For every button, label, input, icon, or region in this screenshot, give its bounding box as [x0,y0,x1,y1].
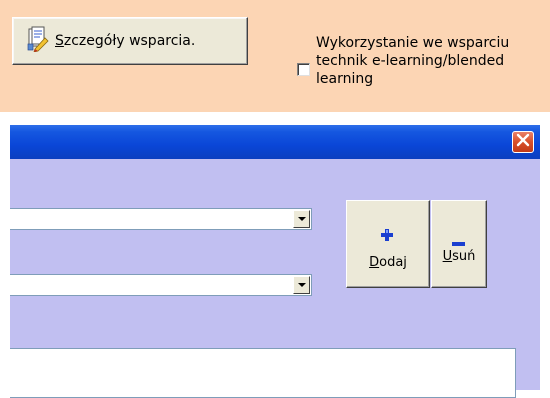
document-edit-icon [27,26,49,56]
chevron-down-icon [297,217,306,221]
notes-textarea[interactable] [10,348,516,398]
dropdown-2[interactable] [10,274,312,296]
remove-button[interactable]: Usuń [431,200,487,288]
remove-button-label: Usuń [442,249,476,264]
window-titlebar [10,125,540,159]
top-panel: Szczegóły wsparcia. Wykorzystanie we wsp… [0,0,550,112]
dropdown-2-arrow-button[interactable] [293,276,310,294]
elearning-checkbox[interactable] [297,63,310,76]
elearning-checkbox-label: Wykorzystanie we wsparciu technik e-lear… [316,35,510,87]
minus-icon [452,235,465,250]
chevron-down-icon [297,283,306,287]
support-details-label: Szczegóły wsparcia. [55,33,196,49]
dropdown-1-arrow-button[interactable] [293,210,310,228]
close-button[interactable] [512,131,534,153]
support-details-button[interactable]: Szczegóły wsparcia. [12,17,248,65]
dialog-window: Dodaj Usuń [10,125,540,398]
add-button-label: Dodaj [369,255,407,270]
close-icon [516,133,530,151]
elearning-option: Wykorzystanie we wsparciu technik e-lear… [292,35,547,108]
plus-icon [381,229,393,245]
dropdown-1[interactable] [10,208,312,230]
add-button[interactable]: Dodaj [346,200,430,288]
